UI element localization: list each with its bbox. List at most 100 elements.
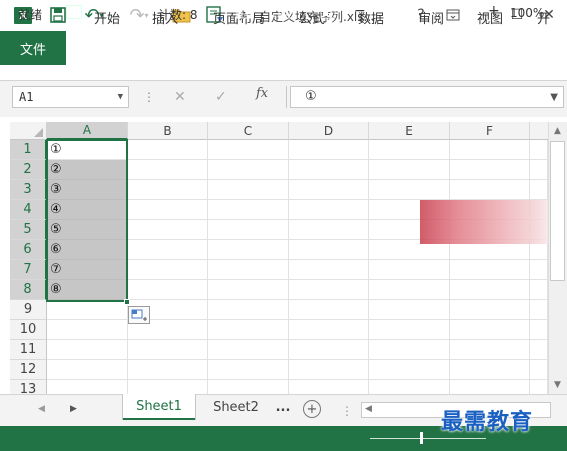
- zoom-in-icon[interactable]: +: [488, 3, 500, 19]
- cell-A3[interactable]: ③: [47, 180, 128, 200]
- column-header-b[interactable]: B: [128, 122, 208, 140]
- more-sheets-button[interactable]: ...: [272, 394, 294, 420]
- row-header-10[interactable]: 10: [10, 320, 47, 340]
- cell-E1[interactable]: [369, 140, 450, 160]
- cell-D6[interactable]: [289, 240, 369, 260]
- cell-A5[interactable]: ⑤: [47, 220, 128, 240]
- cell-C4[interactable]: [208, 200, 289, 220]
- cancel-icon[interactable]: ✕: [174, 87, 186, 107]
- cell-B3[interactable]: [128, 180, 208, 200]
- cell-B7[interactable]: [128, 260, 208, 280]
- cell-F12[interactable]: [450, 360, 530, 380]
- column-header-d[interactable]: D: [289, 122, 369, 140]
- sheet-tab-sheet1[interactable]: Sheet1: [123, 394, 195, 420]
- vertical-scroll-thumb[interactable]: [550, 141, 565, 281]
- cell-D8[interactable]: [289, 280, 369, 300]
- cell-E8[interactable]: [369, 280, 450, 300]
- cell-A10[interactable]: [47, 320, 128, 340]
- tab-review[interactable]: 审阅: [418, 8, 444, 27]
- name-box[interactable]: A1 ▼: [12, 86, 129, 108]
- cell-C3[interactable]: [208, 180, 289, 200]
- row-header-4[interactable]: 4: [10, 200, 47, 220]
- expand-formula-bar-icon[interactable]: ▼: [550, 88, 558, 108]
- cell-C11[interactable]: [208, 340, 289, 360]
- cell-C5[interactable]: [208, 220, 289, 240]
- cell-C12[interactable]: [208, 360, 289, 380]
- cell-G9[interactable]: [530, 300, 548, 320]
- cell-A12[interactable]: [47, 360, 128, 380]
- cell-G8[interactable]: [530, 280, 548, 300]
- cell-D7[interactable]: [289, 260, 369, 280]
- cell-F10[interactable]: [450, 320, 530, 340]
- cell-F3[interactable]: [450, 180, 530, 200]
- row-header-2[interactable]: 2: [10, 160, 47, 180]
- row-header-1[interactable]: 1: [10, 140, 47, 160]
- cell-E7[interactable]: [369, 260, 450, 280]
- cell-D2[interactable]: [289, 160, 369, 180]
- cell-G7[interactable]: [530, 260, 548, 280]
- cell-C1[interactable]: [208, 140, 289, 160]
- sheet-next-icon[interactable]: ▶: [70, 404, 77, 414]
- cell-A6[interactable]: ⑥: [47, 240, 128, 260]
- cell-B5[interactable]: [128, 220, 208, 240]
- cell-E10[interactable]: [369, 320, 450, 340]
- cell-E11[interactable]: [369, 340, 450, 360]
- zoom-level[interactable]: 100%: [510, 6, 544, 20]
- column-header-e[interactable]: E: [369, 122, 450, 140]
- cell-E2[interactable]: [369, 160, 450, 180]
- cell-F1[interactable]: [450, 140, 530, 160]
- zoom-slider-knob[interactable]: [420, 432, 423, 444]
- scroll-up-icon[interactable]: ▲: [549, 123, 566, 139]
- row-header-3[interactable]: 3: [10, 180, 47, 200]
- cell-D11[interactable]: [289, 340, 369, 360]
- cell-A2[interactable]: ②: [47, 160, 128, 180]
- cell-B2[interactable]: [128, 160, 208, 180]
- cell-F7[interactable]: [450, 260, 530, 280]
- cell-G11[interactable]: [530, 340, 548, 360]
- formula-bar-grip-icon[interactable]: ⋮: [143, 87, 155, 107]
- ribbon-display-options-icon[interactable]: [442, 5, 464, 25]
- column-header-c[interactable]: C: [208, 122, 289, 140]
- cell-D5[interactable]: [289, 220, 369, 240]
- row-header-6[interactable]: 6: [10, 240, 47, 260]
- cell-F11[interactable]: [450, 340, 530, 360]
- save-icon[interactable]: [49, 6, 67, 24]
- cell-A9[interactable]: [47, 300, 128, 320]
- cell-B11[interactable]: [128, 340, 208, 360]
- cell-C10[interactable]: [208, 320, 289, 340]
- row-header-9[interactable]: 9: [10, 300, 47, 320]
- auto-fill-options-icon[interactable]: [128, 306, 150, 324]
- row-header-11[interactable]: 11: [10, 340, 47, 360]
- cell-D4[interactable]: [289, 200, 369, 220]
- sheet-tab-sheet2[interactable]: Sheet2: [201, 394, 271, 420]
- cell-G1[interactable]: [530, 140, 548, 160]
- enter-icon[interactable]: ✓: [215, 87, 227, 107]
- redo-icon[interactable]: ↷ ▾: [128, 4, 150, 26]
- cell-A7[interactable]: ⑦: [47, 260, 128, 280]
- cell-B12[interactable]: [128, 360, 208, 380]
- cell-A8[interactable]: ⑧: [47, 280, 128, 300]
- cell-B8[interactable]: [128, 280, 208, 300]
- cell-C2[interactable]: [208, 160, 289, 180]
- select-all-button[interactable]: [10, 122, 47, 140]
- column-header-a[interactable]: A: [47, 122, 128, 140]
- page-layout-view-icon[interactable]: [278, 5, 294, 19]
- row-header-7[interactable]: 7: [10, 260, 47, 280]
- column-header-f[interactable]: F: [450, 122, 530, 140]
- row-header-12[interactable]: 12: [10, 360, 47, 380]
- sheet-prev-icon[interactable]: ◀: [38, 404, 45, 414]
- column-header-g[interactable]: [530, 122, 548, 140]
- cell-E3[interactable]: [369, 180, 450, 200]
- fill-handle[interactable]: [124, 299, 130, 305]
- cell-B4[interactable]: [128, 200, 208, 220]
- cell-F2[interactable]: [450, 160, 530, 180]
- scroll-down-icon[interactable]: ▼: [549, 377, 566, 393]
- add-sheet-button[interactable]: +: [303, 400, 321, 418]
- cell-D9[interactable]: [289, 300, 369, 320]
- cell-B1[interactable]: [128, 140, 208, 160]
- cell-B6[interactable]: [128, 240, 208, 260]
- cell-F8[interactable]: [450, 280, 530, 300]
- cell-C8[interactable]: [208, 280, 289, 300]
- cell-G10[interactable]: [530, 320, 548, 340]
- cell-G3[interactable]: [530, 180, 548, 200]
